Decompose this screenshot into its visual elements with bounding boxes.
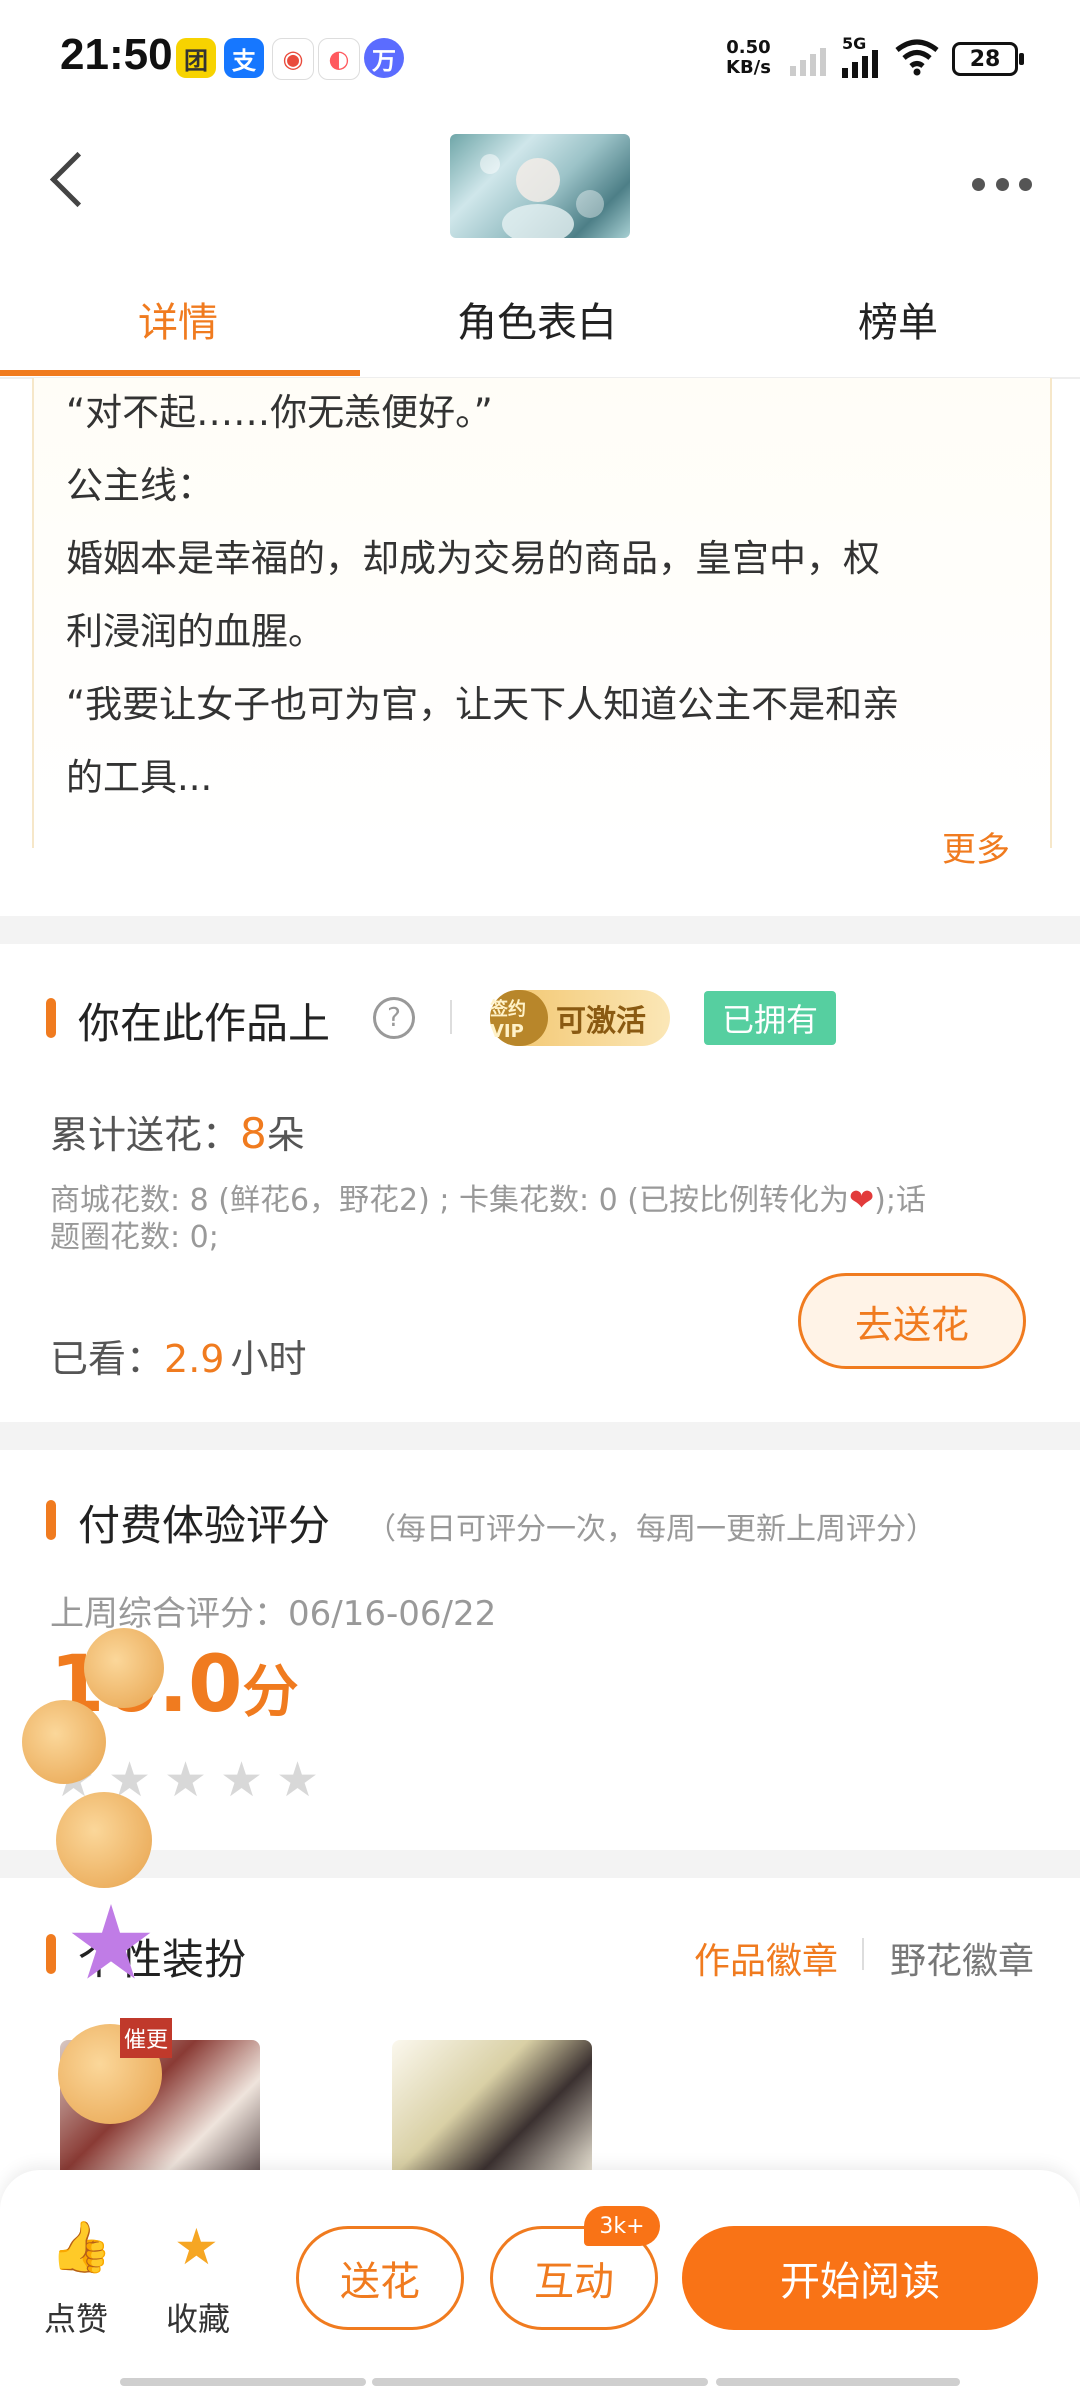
home-indicator [120,2378,366,2386]
rating-section-title: 付费体验评分 [78,1501,331,1550]
divider [862,1938,864,1970]
section-divider [0,916,1080,944]
like-label[interactable]: 点赞 [44,2294,108,2340]
home-indicator [716,2378,960,2386]
home-indicator [372,2378,708,2386]
vip-activate-label: 可激活 [556,1004,646,1039]
star-icon[interactable]: ★ [276,1752,319,1808]
collect-label[interactable]: 收藏 [166,2294,230,2340]
total-flowers-unit: 朵 [266,1113,305,1157]
synopsis-line: 的工具... [66,756,213,799]
cover-art-image [480,154,604,244]
cover-thumbnail[interactable] [450,134,630,244]
signal-strong-icon [842,50,878,78]
tab-wildflower-badge[interactable]: 野花徽章 [890,1932,1034,1984]
synopsis-line: “对不起……你无恙便好。” [66,391,493,434]
section-accent-bar [46,1500,56,1540]
wifi-icon [895,39,939,76]
tab-work-badge[interactable]: 作品徽章 [694,1932,838,1984]
section-divider [0,1422,1080,1450]
like-icon[interactable]: 👍 [50,2218,112,2277]
floating-pet-decoration[interactable] [22,1700,106,1784]
tab-rankings[interactable]: 榜单 [858,290,938,348]
synopsis-line: 婚姻本是幸福的，却成为交易的商品，皇宫中，权 [66,537,880,580]
synopsis-line: “我要让女子也可为官，让天下人知道公主不是和亲 [66,683,900,726]
watched-label: 已看： [50,1337,165,1381]
total-flowers: 累计送花：8朵 [50,1104,305,1159]
star-icon[interactable]: ★ [220,1752,263,1808]
tab-character-confession[interactable]: 角色表白 [457,290,617,348]
status-bar: 21:50 团 支 ◉ ◐ 万 0.50 KB/s 5G 28 [0,0,1080,110]
watched-time: 已看：2.9 小时 [50,1328,306,1383]
owned-badge: 已拥有 [704,991,836,1045]
flowers-detail-text: 商城花数: 8 (鲜花6，野花2) ; 卡集花数: 0 (已按比例转化为 [50,1183,849,1218]
flowers-detail: 商城花数: 8 (鲜花6，野花2) ; 卡集花数: 0 (已按比例转化为❤);话… [50,1182,1040,1256]
flowers-detail-text-end: );话 [874,1183,926,1218]
go-send-flower-button[interactable]: 去送花 [798,1273,1026,1369]
badge-image[interactable] [392,2040,592,2180]
browser-app-icon: ◐ [318,38,360,80]
battery-indicator: 28 [952,42,1024,76]
watched-unit: 小时 [230,1337,307,1381]
synopsis-line: 利浸润的血腥。 [66,610,325,653]
collect-star-icon[interactable]: ★ [174,2218,219,2276]
star-icon[interactable]: ★ [164,1752,207,1808]
total-flowers-label: 累计送花： [50,1113,241,1157]
floating-pet-decoration[interactable] [84,1628,164,1708]
vip-activate-badge[interactable]: 签约VIP 可激活 [490,990,670,1046]
alipay-app-icon: 支 [224,38,264,78]
synopsis-more-link[interactable]: 更多 [942,822,1010,871]
divider [450,1000,452,1034]
tab-details[interactable]: 详情 [138,290,218,348]
urge-update-sign: 催更 [120,2018,172,2058]
synopsis-text: “对不起……你无恙便好。” 公主线： 婚姻本是幸福的，却成为交易的商品，皇宫中，… [66,376,1026,814]
rating-score-unit: 分 [242,1660,299,1725]
rating-subtitle: （每日可评分一次，每周一更新上周评分） [366,1512,936,1547]
meituan-app-icon: 团 [176,38,216,78]
heart-icon: ❤ [849,1183,875,1218]
map-app-icon: ◉ [272,38,314,80]
signal-weak-icon [790,48,826,76]
synopsis-line: 公主线： [66,464,214,507]
start-reading-button[interactable]: 开始阅读 [682,2226,1038,2330]
user-section-title: 你在此作品上 [78,999,331,1048]
wan-app-icon: 万 [364,38,404,78]
network-speed: 0.50 KB/s [726,38,771,78]
total-flowers-value: 8 [240,1109,267,1158]
more-options-icon[interactable] [972,178,1032,192]
section-accent-bar [46,1934,56,1974]
help-icon[interactable]: ? [373,997,415,1039]
net-speed-value: 0.50 [726,37,771,58]
section-accent-bar [46,998,56,1038]
status-time: 21:50 [60,30,173,79]
floating-pet-decoration[interactable] [56,1792,152,1888]
watched-value: 2.9 [164,1337,225,1381]
send-flower-button[interactable]: 送花 [296,2226,464,2330]
interact-count-badge: 3k+ [584,2206,660,2246]
flowers-detail-line2: 题圈花数: 0; [50,1220,219,1255]
net-speed-unit: KB/s [726,57,771,78]
back-icon[interactable] [49,151,106,208]
section-divider [0,1850,1080,1878]
vip-seal-icon: 签约VIP [490,990,548,1046]
